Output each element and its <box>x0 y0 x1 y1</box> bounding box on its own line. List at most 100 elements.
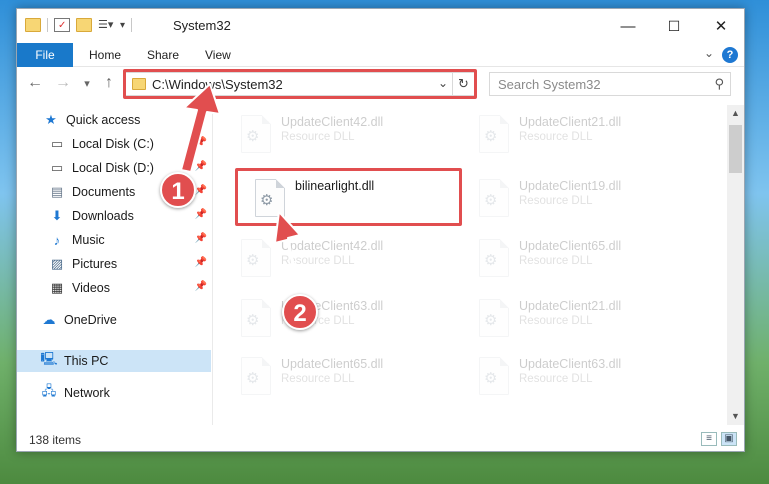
file-name: UpdateClient19.dll <box>519 179 622 193</box>
title-bar: ✓ ☰▾ ▾ System32 — ☐ ✕ <box>17 9 744 43</box>
cloud-icon: ☁ <box>42 312 56 327</box>
gear-icon: ⚙ <box>484 128 498 145</box>
scrollbar-thumb[interactable] <box>729 125 742 173</box>
large-icons-view-icon[interactable]: ▣ <box>721 432 737 446</box>
callout-step-1: 1 <box>160 172 196 208</box>
up-button[interactable]: ↑ <box>99 74 119 92</box>
pictures-icon: ▨ <box>50 256 64 271</box>
quick-access-toolbar: ✓ ☰▾ ▾ <box>25 18 133 32</box>
separator <box>131 18 133 32</box>
status-bar: 138 items ≡ ▣ <box>17 429 744 451</box>
sidebar-item-label: Network <box>64 386 110 400</box>
sidebar-item-label: Videos <box>72 281 110 295</box>
close-button[interactable]: ✕ <box>698 9 744 43</box>
pin-icon[interactable]: 📌 <box>195 185 207 196</box>
file-list: ⚙ UpdateClient42.dll Resource DLL ⚙ Upda… <box>217 105 725 425</box>
pin-icon[interactable]: 📌 <box>195 137 207 148</box>
music-icon: ♪ <box>53 232 61 248</box>
search-input[interactable] <box>498 74 698 94</box>
file-description: Resource DLL <box>281 255 355 267</box>
gear-icon: ⚙ <box>484 370 498 387</box>
list-item[interactable]: ⚙ UpdateClient21.dll Resource DLL <box>471 111 701 165</box>
file-name: UpdateClient65.dll <box>281 357 384 371</box>
star-icon: ★ <box>45 112 57 127</box>
window-title: System32 <box>173 18 231 33</box>
sidebar-item-onedrive[interactable]: ☁ OneDrive <box>17 309 211 331</box>
file-highlight <box>235 168 462 226</box>
search-box[interactable]: ⚲ <box>489 72 731 96</box>
scroll-up-icon[interactable]: ▲ <box>727 105 744 122</box>
sidebar-item-label: Downloads <box>72 209 134 223</box>
sidebar-item-videos[interactable]: ▦ Videos 📌 <box>17 277 211 299</box>
list-item[interactable]: ⚙ UpdateClient65.dll Resource DLL <box>233 353 463 407</box>
sidebar-item-label: This PC <box>64 354 109 368</box>
gear-icon: ⚙ <box>484 192 498 209</box>
video-icon: ▦ <box>50 280 64 295</box>
list-item[interactable]: ⚙ UpdateClient63.dll Resource DLL <box>471 353 701 407</box>
list-item[interactable]: ⚙ UpdateClient42.dll Resource DLL <box>233 111 463 165</box>
qat-dropdown-icon[interactable]: ▾ <box>120 20 125 31</box>
file-description: Resource DLL <box>281 373 355 385</box>
file-name: UpdateClient42.dll <box>281 239 384 253</box>
list-item[interactable]: ⚙ UpdateClient42.dll Resource DLL <box>233 235 463 289</box>
pin-icon[interactable]: 📌 <box>195 281 207 292</box>
pin-icon[interactable]: 📌 <box>195 161 207 172</box>
list-item[interactable]: ⚙ UpdateClient65.dll Resource DLL <box>471 235 701 289</box>
download-icon: ⬇ <box>51 208 63 223</box>
sidebar-item-quick-access[interactable]: ★ Quick access <box>17 109 211 131</box>
new-folder-icon[interactable] <box>76 18 92 32</box>
help-icon[interactable]: ? <box>722 47 738 63</box>
tab-view[interactable]: View <box>193 43 243 67</box>
forward-button[interactable]: → <box>53 74 73 92</box>
sidebar-item-label: Local Disk (D:) <box>72 161 154 175</box>
customize-icon[interactable]: ☰▾ <box>98 18 114 32</box>
sidebar-item-downloads[interactable]: ⬇ Downloads 📌 <box>17 205 211 227</box>
tab-file[interactable]: File <box>17 43 73 67</box>
back-button[interactable]: ← <box>25 74 45 92</box>
navigation-pane: ★ Quick access ▭ Local Disk (C:) 📌 ▭ Loc… <box>17 105 213 425</box>
pin-icon[interactable]: 📌 <box>195 209 207 220</box>
sidebar-item-music[interactable]: ♪ Music 📌 <box>17 229 211 251</box>
file-description: Resource DLL <box>519 315 593 327</box>
folder-icon <box>25 18 41 32</box>
minimize-button[interactable]: — <box>605 9 651 43</box>
sidebar-item-label: Quick access <box>66 113 141 127</box>
list-item[interactable]: ⚙ UpdateClient21.dll Resource DLL <box>471 295 701 349</box>
drive-icon: ▭ <box>50 160 64 175</box>
sidebar-item-label: OneDrive <box>64 313 117 327</box>
sidebar-item-network[interactable]: 🖧 Network <box>17 382 211 404</box>
item-count: 138 items <box>29 433 82 447</box>
expand-ribbon-icon[interactable]: ⌄ <box>704 46 714 60</box>
vertical-scrollbar[interactable]: ▲ ▼ <box>727 105 744 425</box>
sidebar-item-label: Music <box>72 233 105 247</box>
sidebar-item-pictures[interactable]: ▨ Pictures 📌 <box>17 253 211 275</box>
pin-icon[interactable]: 📌 <box>195 257 207 268</box>
address-bar-highlight <box>123 69 477 99</box>
search-icon[interactable]: ⚲ <box>714 76 724 92</box>
gear-icon: ⚙ <box>246 312 260 329</box>
maximize-button[interactable]: ☐ <box>651 9 697 43</box>
scroll-down-icon[interactable]: ▼ <box>727 408 744 425</box>
sidebar-item-label: Local Disk (C:) <box>72 137 154 151</box>
properties-icon[interactable]: ✓ <box>54 18 70 32</box>
file-name: UpdateClient21.dll <box>519 299 622 313</box>
list-item[interactable]: ⚙ UpdateClient63.dll Resource DLL <box>233 295 463 349</box>
tab-home[interactable]: Home <box>77 43 133 67</box>
gear-icon: ⚙ <box>246 252 260 269</box>
computer-icon: 🖳 <box>40 351 58 366</box>
pin-icon[interactable]: 📌 <box>195 233 207 244</box>
ribbon-tabs: File Home Share View ⌄ ? <box>17 43 744 67</box>
gear-icon: ⚙ <box>484 312 498 329</box>
sidebar-item-this-pc[interactable]: 🖳 This PC <box>17 350 211 372</box>
recent-locations-button[interactable]: ▾ <box>77 77 97 90</box>
file-description: Resource DLL <box>519 195 593 207</box>
details-view-icon[interactable]: ≡ <box>701 432 717 446</box>
drive-icon: ▭ <box>50 136 64 151</box>
file-name: UpdateClient63.dll <box>519 357 622 371</box>
sidebar-item-local-disk-c[interactable]: ▭ Local Disk (C:) 📌 <box>17 133 211 155</box>
file-description: Resource DLL <box>519 373 593 385</box>
list-item[interactable]: ⚙ UpdateClient19.dll Resource DLL <box>471 175 701 229</box>
sidebar-item-label: Pictures <box>72 257 118 271</box>
gear-icon: ⚙ <box>246 128 260 145</box>
tab-share[interactable]: Share <box>135 43 191 67</box>
